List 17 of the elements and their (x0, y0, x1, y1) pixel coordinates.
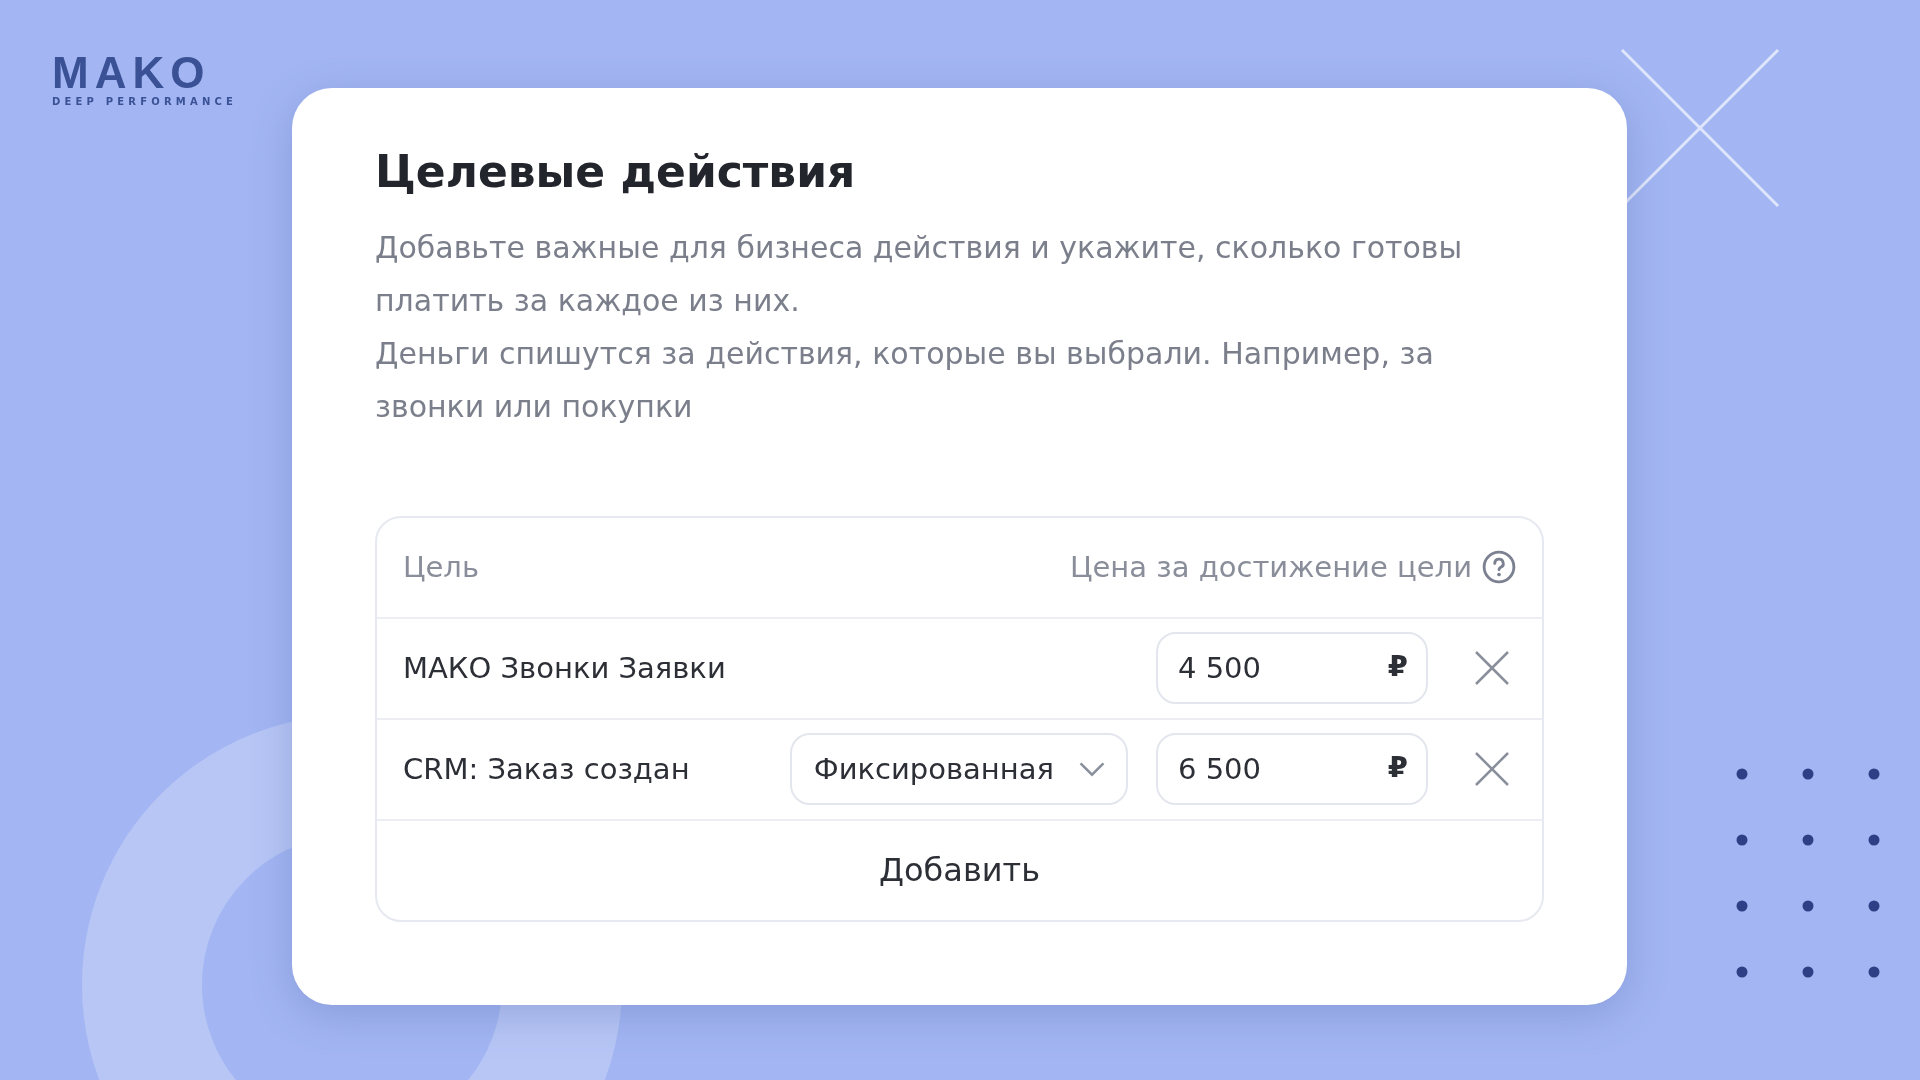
description-text: Добавьте важные для бизнеса действия и укажите, сколько готовы платить за каждое из них. (375, 228, 1464, 320)
chevron-down-icon (1078, 761, 1106, 778)
column-header: Цена за достижение цели (1070, 550, 1472, 585)
close-icon[interactable] (1474, 751, 1510, 788)
close-icon[interactable] (1474, 650, 1510, 687)
column-header: Цель (403, 550, 479, 585)
logo-tagline: DEEP PERFORMANCE (52, 96, 238, 107)
logo-wordmark: MAKO (52, 52, 212, 94)
mode-dropdown[interactable]: Фиксированная (789, 733, 1128, 806)
goal-name: МАКО Звонки Заявки (403, 651, 726, 686)
add-button[interactable]: Добавить (858, 843, 1061, 898)
description-text: Деньги спишутся за действия, которые вы выбрали. Например, за звонки или покупки (375, 334, 1435, 426)
help-icon[interactable] (1482, 550, 1516, 585)
dialog-title: Целевые действия (375, 146, 857, 199)
currency-sign: ₽ (1387, 750, 1408, 785)
goal-name: CRM: Заказ создан (403, 752, 690, 787)
currency-sign: ₽ (1387, 649, 1408, 684)
